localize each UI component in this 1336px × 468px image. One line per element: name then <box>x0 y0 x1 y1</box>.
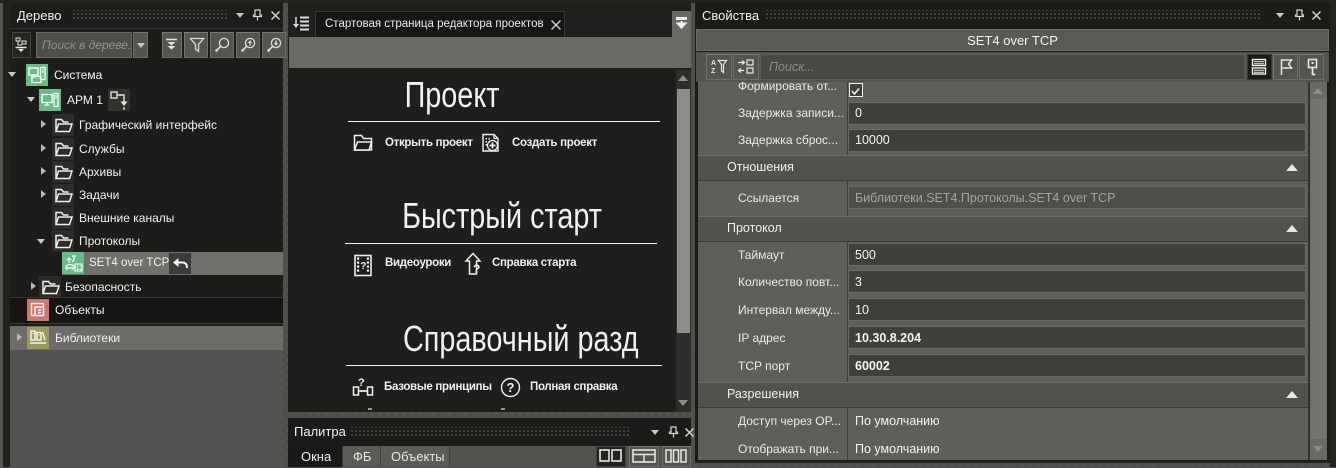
svg-text:?: ? <box>473 262 480 276</box>
svg-text:A: A <box>711 60 716 67</box>
svg-text:Z: Z <box>711 68 716 75</box>
svg-text:?: ? <box>507 380 515 395</box>
svg-text:12: 12 <box>76 266 83 272</box>
svg-text:?: ? <box>360 261 366 272</box>
svg-text:?: ? <box>358 378 365 389</box>
